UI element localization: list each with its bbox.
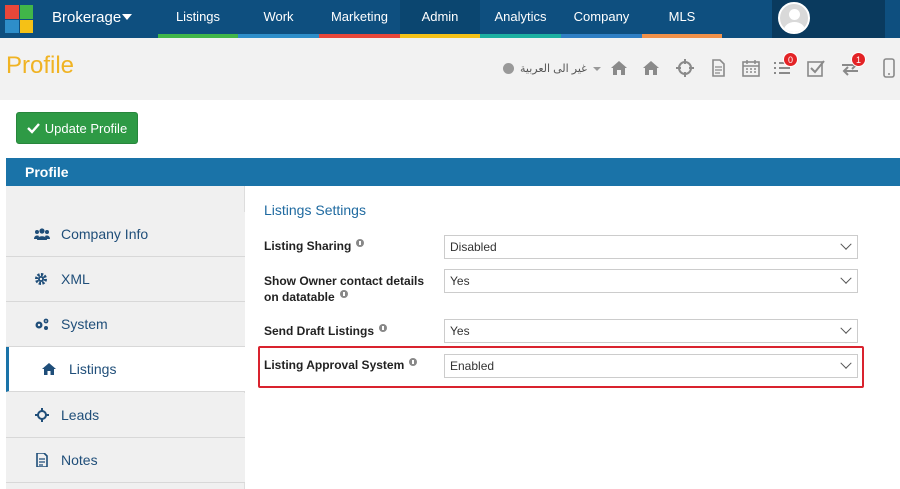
field-label-approval-system: Listing Approval System — [264, 357, 418, 373]
gears-icon — [35, 318, 49, 330]
nav-tab-listings[interactable]: Listings — [158, 0, 238, 38]
home-alt-icon[interactable] — [641, 58, 661, 78]
info-icon[interactable] — [356, 239, 365, 247]
users-icon — [34, 228, 50, 240]
sidebar-item-leads[interactable]: Leads — [6, 393, 245, 438]
crosshair-icon[interactable] — [675, 58, 695, 78]
listing-sharing-select[interactable]: Disabled — [444, 235, 858, 259]
home-icon — [42, 363, 56, 375]
approval-system-select[interactable]: Enabled — [444, 354, 858, 378]
field-label-owner-contact: Show Owner contact details on datatable — [264, 274, 425, 304]
home-icon[interactable] — [609, 58, 629, 78]
nav-tab-admin[interactable]: Admin — [400, 0, 480, 38]
nav-tab-analytics[interactable]: Analytics — [480, 0, 561, 38]
chevron-down-icon — [840, 357, 852, 369]
brand-logo-icon[interactable] — [5, 5, 33, 33]
chevron-down-icon — [840, 272, 852, 284]
settings-title: Listings Settings — [264, 202, 366, 218]
sidebar-item-xml[interactable]: XML — [6, 257, 245, 302]
checkbox-icon[interactable] — [806, 58, 826, 78]
notification-badge: 1 — [851, 52, 866, 67]
owner-contact-select[interactable]: Yes — [444, 269, 858, 293]
notification-badge: 0 — [783, 52, 798, 67]
nav-tab-marketing[interactable]: Marketing — [319, 0, 400, 38]
notes-icon — [36, 453, 48, 467]
page-title: Profile — [6, 52, 75, 79]
field-label-listing-sharing: Listing Sharing — [264, 238, 365, 254]
page-header — [0, 38, 900, 100]
section-title: Profile — [25, 164, 69, 180]
chevron-down-icon[interactable] — [122, 14, 132, 20]
sidebar-item-company-info[interactable]: Company Info — [6, 212, 245, 257]
info-icon[interactable] — [379, 324, 388, 332]
calendar-icon[interactable] — [741, 58, 761, 78]
mobile-icon[interactable] — [879, 58, 899, 78]
nav-tab-company[interactable]: Company — [561, 0, 642, 38]
update-profile-button[interactable]: Update Profile — [16, 112, 138, 144]
field-label-send-draft: Send Draft Listings — [264, 323, 388, 339]
info-icon[interactable] — [409, 358, 418, 366]
document-icon[interactable] — [708, 58, 728, 78]
chevron-down-icon — [840, 322, 852, 334]
gear-icon — [35, 273, 47, 285]
chevron-down-icon — [840, 238, 852, 250]
send-draft-select[interactable]: Yes — [444, 319, 858, 343]
crosshair-icon — [35, 408, 49, 422]
brand-menu[interactable]: Brokerage — [52, 0, 121, 38]
chevron-down-icon — [592, 66, 601, 71]
avatar-icon[interactable] — [778, 2, 810, 34]
info-icon[interactable] — [339, 290, 348, 298]
sidebar-item-listings[interactable]: Listings — [6, 347, 245, 392]
nav-tab-work[interactable]: Work — [238, 0, 319, 38]
globe-icon — [503, 63, 514, 74]
sidebar-item-notes[interactable]: Notes — [6, 438, 245, 483]
sidebar-item-system[interactable]: System — [6, 302, 245, 347]
section-header: Profile — [6, 158, 900, 186]
language-label: غير الى العربية — [520, 63, 587, 75]
language-switcher[interactable]: غير الى العربية — [503, 62, 601, 75]
check-icon — [26, 123, 40, 134]
nav-tab-mls[interactable]: MLS — [642, 0, 722, 38]
